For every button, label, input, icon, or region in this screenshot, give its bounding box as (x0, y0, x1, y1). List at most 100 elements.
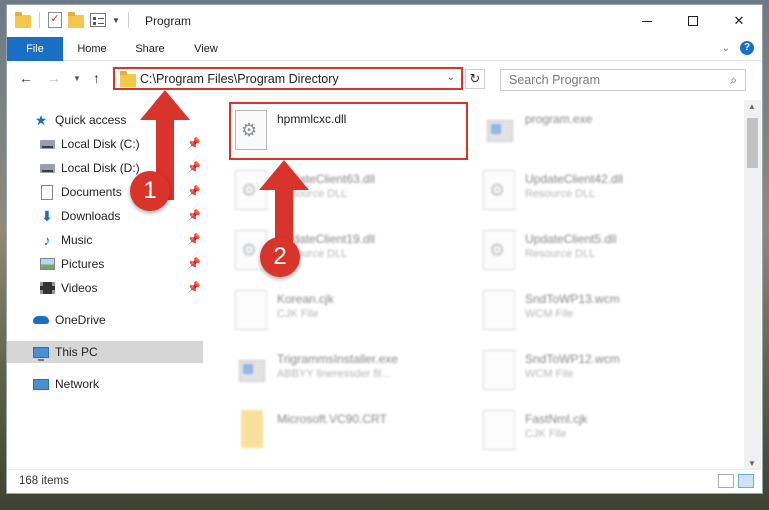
sidebar-item-onedrive[interactable]: OneDrive (7, 309, 203, 331)
file-type: WCM File (525, 368, 574, 380)
exe-icon (235, 350, 267, 390)
up-arrow-icon[interactable]: ↑ (93, 70, 100, 86)
large-icons-view-icon[interactable] (738, 474, 754, 488)
status-bar: 168 items (7, 469, 762, 493)
folder-icon (120, 71, 136, 87)
sidebar-item-label: OneDrive (55, 313, 106, 327)
onedrive-icon (33, 313, 49, 327)
tab-view[interactable]: View (183, 37, 229, 61)
folder-icon (241, 410, 263, 448)
forward-arrow-icon[interactable]: → (47, 70, 61, 86)
close-button[interactable]: ✕ (716, 5, 762, 37)
tab-file[interactable]: File (7, 37, 63, 61)
search-input[interactable]: Search Program (509, 73, 600, 87)
file-name: SndToWP12.wcm (525, 352, 620, 366)
file-item-korean-cjk[interactable]: Korean.cjk CJK File (231, 284, 471, 340)
tab-home[interactable]: Home (69, 37, 115, 61)
qat-dropdown-icon[interactable]: ▼ (112, 16, 120, 25)
scroll-up-icon[interactable]: ▲ (748, 102, 756, 111)
sidebar-item-label: Music (61, 233, 93, 247)
sidebar-item-label: Network (55, 377, 100, 391)
file-name: Microsoft.VC90.CRT (277, 412, 387, 426)
file-item-trigrammsinstaller[interactable]: TrigrammsInstaller.exe ABBYY lineressder… (231, 344, 471, 400)
file-name: program.exe (525, 112, 593, 126)
pin-icon[interactable]: 📌 (187, 209, 201, 222)
address-path[interactable]: C:\Program Files\Program Directory (140, 72, 339, 86)
file-item-microsoft-vc90-crt[interactable]: Microsoft.VC90.CRT (231, 404, 471, 460)
properties-check-icon[interactable]: ✓ (48, 12, 62, 28)
file-icon (483, 290, 515, 330)
window-controls: ✕ (624, 5, 762, 37)
sidebar-item-label: This PC (55, 345, 98, 359)
file-item-updateclient5[interactable]: UpdateClient5.dll Resource DLL (479, 224, 719, 280)
sidebar-item-music[interactable]: ♪ Music 📌 (7, 229, 203, 251)
sidebar-item-downloads[interactable]: ⬇ Downloads 📌 (7, 205, 203, 227)
file-name: TrigrammsInstaller.exe (277, 352, 398, 366)
file-icon (235, 290, 267, 330)
sidebar-item-label: Quick access (55, 113, 127, 127)
new-folder-icon[interactable] (68, 11, 84, 28)
details-view-icon[interactable] (718, 474, 734, 488)
file-highlight-box (229, 102, 468, 160)
file-name: FastNml.cjk (525, 412, 588, 426)
scrollbar-thumb[interactable] (747, 118, 758, 168)
refresh-icon: ↻ (469, 71, 481, 86)
ribbon-right-controls: ⌄ ? (722, 41, 754, 55)
sidebar-item-label: Downloads (61, 209, 121, 223)
exe-icon (483, 110, 515, 150)
refresh-button[interactable]: ↻ (465, 69, 485, 89)
disk-icon (39, 161, 55, 175)
view-toggle (718, 474, 754, 488)
annotation-badge-2: 2 (260, 237, 300, 277)
file-item-fastnml-cjk[interactable]: FastNml.cjk CJK File (479, 404, 719, 460)
file-item-sndtowp12[interactable]: SndToWP12.wcm WCM File (479, 344, 719, 400)
file-type: Resource DLL (525, 248, 596, 260)
quick-access-toolbar: ✓ ▼ (15, 11, 131, 28)
sidebar-item-pictures[interactable]: Pictures 📌 (7, 253, 203, 275)
sidebar-item-label: Local Disk (D:) (61, 161, 140, 175)
customize-icon[interactable] (90, 13, 106, 27)
folder-icon[interactable] (15, 11, 31, 28)
help-icon[interactable]: ? (740, 41, 754, 55)
sidebar-item-videos[interactable]: Videos 📌 (7, 277, 203, 299)
search-box[interactable]: Search Program ⌕ (500, 69, 746, 91)
disk-icon (39, 137, 55, 151)
downloads-icon: ⬇ (41, 207, 53, 224)
address-dropdown-icon[interactable]: ⌄ (447, 72, 455, 83)
scroll-down-icon[interactable]: ▼ (748, 459, 756, 468)
file-item-sndtowp13[interactable]: SndToWP13.wcm WCM File (479, 284, 719, 340)
file-icon (483, 350, 515, 390)
file-type: CJK File (525, 428, 567, 440)
ribbon-tabs: File Home Share View ⌄ ? (7, 37, 762, 61)
dll-gear-icon (483, 170, 515, 210)
annotation-badge-1: 1 (130, 171, 170, 211)
tab-share[interactable]: Share (127, 37, 173, 61)
music-icon: ♪ (43, 232, 51, 248)
back-arrow-icon[interactable]: ← (19, 70, 33, 86)
file-name: Korean.cjk (277, 292, 334, 306)
sidebar-item-network[interactable]: Network (7, 373, 203, 395)
maximize-button[interactable] (670, 5, 716, 37)
explorer-window: ✓ ▼ Program ✕ File Home Share View ⌄ ? ←… (6, 4, 763, 494)
videos-icon (39, 281, 55, 295)
minimize-button[interactable] (624, 5, 670, 37)
sidebar-item-label: Pictures (61, 257, 105, 271)
recent-locations-dropdown-icon[interactable]: ▼ (73, 74, 81, 83)
expand-ribbon-chevron-icon[interactable]: ⌄ (722, 43, 730, 54)
file-type: WCM File (525, 308, 574, 320)
pin-icon[interactable]: 📌 (187, 233, 201, 246)
pin-icon[interactable]: 📌 (187, 257, 201, 270)
sidebar-item-this-pc[interactable]: This PC (7, 341, 203, 363)
address-bar[interactable]: C:\Program Files\Program Directory ⌄ (113, 67, 463, 90)
file-name: UpdateClient5.dll (525, 232, 617, 246)
network-icon (33, 377, 49, 391)
file-item-program-exe[interactable]: program.exe (479, 104, 719, 160)
file-item-updateclient42[interactable]: UpdateClient42.dll Resource DLL (479, 164, 719, 220)
window-title: Program (145, 14, 192, 28)
vertical-scrollbar[interactable]: ▲ ▼ (744, 100, 761, 470)
documents-icon (39, 184, 55, 200)
maximize-icon (688, 16, 698, 26)
search-icon[interactable]: ⌕ (730, 73, 737, 88)
pin-icon[interactable]: 📌 (187, 281, 201, 294)
file-type: CJK File (277, 308, 319, 320)
